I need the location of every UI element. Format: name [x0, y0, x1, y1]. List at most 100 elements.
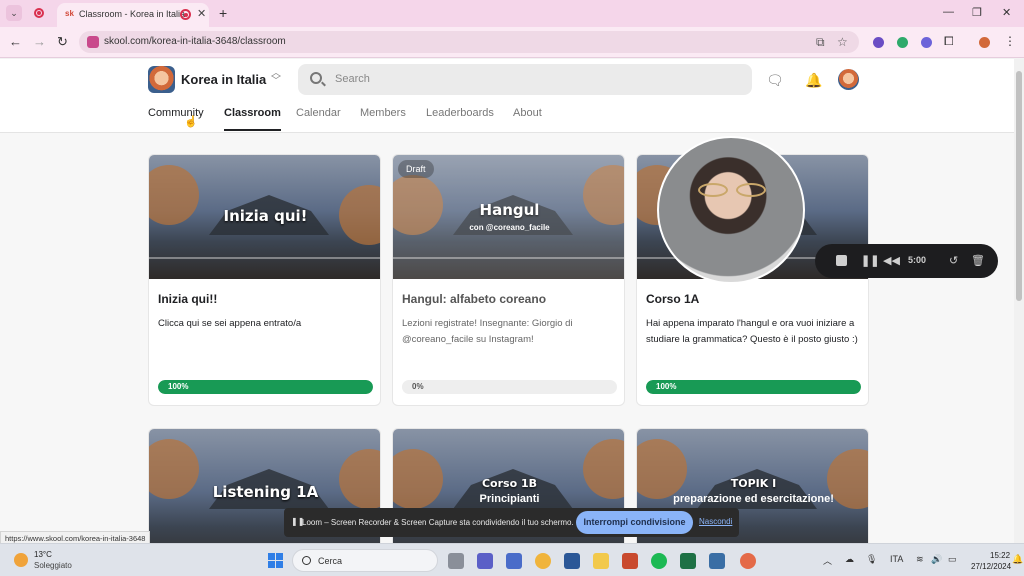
- notification-bell-icon[interactable]: 🔔: [1012, 554, 1023, 565]
- translate-icon[interactable]: ⧉: [816, 35, 825, 50]
- loom-camera-bubble[interactable]: [657, 136, 805, 284]
- notifications-bell-icon[interactable]: 🔔: [805, 72, 822, 89]
- tray-overflow-icon[interactable]: ︿: [823, 554, 832, 567]
- user-avatar[interactable]: [838, 69, 859, 90]
- scrollbar-thumb[interactable]: [1016, 71, 1022, 301]
- extensions-puzzle-icon[interactable]: ⧠: [944, 34, 954, 49]
- cover-subtitle: con @coreano_facile: [469, 223, 550, 232]
- taskbar-search-input[interactable]: Cerca: [292, 549, 438, 572]
- search-icon: [302, 556, 311, 565]
- close-window-button[interactable]: ✕: [1002, 6, 1011, 19]
- minimize-button[interactable]: —: [943, 6, 954, 18]
- course-title: Corso 1A: [646, 292, 700, 306]
- tab-about[interactable]: About: [513, 107, 542, 119]
- progress-fill: [158, 380, 373, 394]
- draft-badge: Draft: [398, 160, 434, 178]
- onedrive-icon[interactable]: ☁: [845, 554, 854, 565]
- course-cover-image: Hangul con @coreano_facile Draft: [393, 155, 624, 279]
- course-card[interactable]: Hangul con @coreano_facile Draft Hangul:…: [392, 154, 625, 406]
- stop-recording-button[interactable]: [836, 255, 847, 266]
- browser-toolbar: ← → ↻ skool.com/korea-in-italia-3648/cla…: [0, 27, 1024, 58]
- group-logo[interactable]: [148, 66, 175, 93]
- glasses-icon: [694, 183, 772, 197]
- tab-title: Classroom - Korea in Italia: [79, 9, 186, 19]
- chat-icon[interactable]: 🗨: [766, 72, 784, 89]
- skool-favicon-icon: sk: [65, 9, 74, 18]
- teams-icon[interactable]: [477, 553, 493, 569]
- tab-leaderboards[interactable]: Leaderboards: [426, 107, 494, 119]
- bookmark-star-icon[interactable]: ☆: [837, 35, 848, 49]
- microphone-icon[interactable]: 🎙: [866, 554, 877, 565]
- group-header: Korea in Italia ︿ ﹀ Search 🗨 🔔 Community …: [0, 59, 1014, 133]
- course-card[interactable]: Inizia qui! Inizia qui!! Clicca qui se s…: [148, 154, 381, 406]
- tab-classroom-nav[interactable]: Classroom: [224, 107, 281, 131]
- restore-button[interactable]: ❐: [972, 6, 982, 19]
- cover-title: Listening 1A: [212, 483, 319, 501]
- course-cover-image: Inizia qui!: [149, 155, 380, 279]
- mouse-pointer-icon: ☝: [184, 116, 198, 128]
- spotify-icon[interactable]: [651, 553, 667, 569]
- windows-start-icon[interactable]: [268, 553, 283, 568]
- battery-icon[interactable]: ▭: [948, 554, 957, 565]
- extension-2-icon[interactable]: [897, 37, 908, 48]
- hide-link[interactable]: Nascondi: [699, 517, 732, 526]
- windows-taskbar: 13°C Soleggiato Cerca ︿ ☁ 🎙 ITA ≋ 🔊 ▭ 15…: [0, 543, 1024, 576]
- chrome-icon[interactable]: [535, 553, 551, 569]
- progress-fill: [646, 380, 861, 394]
- reload-button[interactable]: ↻: [57, 34, 68, 50]
- extension-3-icon[interactable]: [921, 37, 932, 48]
- page-scrollbar[interactable]: [1014, 59, 1024, 543]
- wifi-icon[interactable]: ≋: [916, 554, 924, 565]
- excel-icon[interactable]: [680, 553, 696, 569]
- tab-search-menu-icon[interactable]: ⌄: [6, 5, 22, 21]
- progress-bar: 0%: [402, 380, 617, 394]
- chrome-profile-icon[interactable]: [740, 553, 756, 569]
- group-name[interactable]: Korea in Italia: [181, 72, 266, 87]
- search-input[interactable]: Search: [298, 64, 752, 95]
- tab-recording-icon: [180, 9, 191, 20]
- group-switcher-icon[interactable]: ︿ ﹀: [271, 69, 281, 87]
- extension-1-icon[interactable]: [873, 37, 884, 48]
- screen-share-banner: ❚❚ Loom – Screen Recorder & Screen Captu…: [284, 508, 739, 537]
- progress-bar: 100%: [158, 380, 373, 394]
- word-icon[interactable]: [564, 553, 580, 569]
- progress-bar: 100%: [646, 380, 861, 394]
- volume-icon[interactable]: 🔊: [931, 554, 942, 565]
- pause-button[interactable]: ❚❚: [861, 254, 879, 267]
- address-bar[interactable]: skool.com/korea-in-italia-3648/classroom…: [79, 31, 859, 53]
- file-explorer-icon[interactable]: [593, 553, 609, 569]
- progress-label: 100%: [168, 382, 189, 391]
- site-info-icon[interactable]: [87, 36, 99, 48]
- weather-text: Soleggiato: [34, 561, 72, 570]
- store-icon[interactable]: [506, 553, 522, 569]
- tab-classroom[interactable]: sk Classroom - Korea in Italia ✕: [57, 3, 209, 27]
- task-view-icon[interactable]: [448, 553, 464, 569]
- clock-time[interactable]: 15:22: [990, 551, 1010, 560]
- course-description: Hai appena imparato l'hangul e ora vuoi …: [646, 318, 858, 345]
- language-indicator[interactable]: ITA: [890, 554, 903, 564]
- vpn-app-icon[interactable]: [709, 553, 725, 569]
- search-icon: [310, 72, 322, 84]
- course-description: Clicca qui se sei appena entrato/a: [158, 318, 302, 329]
- forward-button[interactable]: →: [33, 34, 46, 49]
- cover-title: Inizia qui!: [223, 207, 308, 225]
- tab-calendar[interactable]: Calendar: [296, 107, 341, 119]
- taskbar-search-label: Cerca: [318, 556, 343, 566]
- browser-menu-icon[interactable]: ⋮: [1004, 34, 1016, 48]
- sun-weather-icon[interactable]: [14, 553, 28, 567]
- tab-members[interactable]: Members: [360, 107, 406, 119]
- trash-icon[interactable]: 🗑: [971, 254, 985, 267]
- recording-tab-icon[interactable]: [34, 8, 44, 18]
- rewind-icon[interactable]: ◀◀: [883, 254, 900, 267]
- search-placeholder: Search: [335, 73, 370, 85]
- back-button[interactable]: ←: [9, 34, 22, 49]
- powerpoint-icon[interactable]: [622, 553, 638, 569]
- restart-icon[interactable]: ↺: [949, 254, 958, 267]
- profile-avatar-icon[interactable]: [979, 37, 990, 48]
- stop-sharing-button[interactable]: Interrompi condivisione: [576, 511, 693, 534]
- new-tab-button[interactable]: +: [219, 5, 227, 21]
- close-tab-icon[interactable]: ✕: [197, 7, 206, 20]
- url-text: skool.com/korea-in-italia-3648/classroom: [104, 36, 286, 47]
- loom-recording-controls: ❚❚ ◀◀ 5:00 ↺ 🗑: [815, 244, 998, 278]
- clock-date[interactable]: 27/12/2024: [971, 562, 1011, 571]
